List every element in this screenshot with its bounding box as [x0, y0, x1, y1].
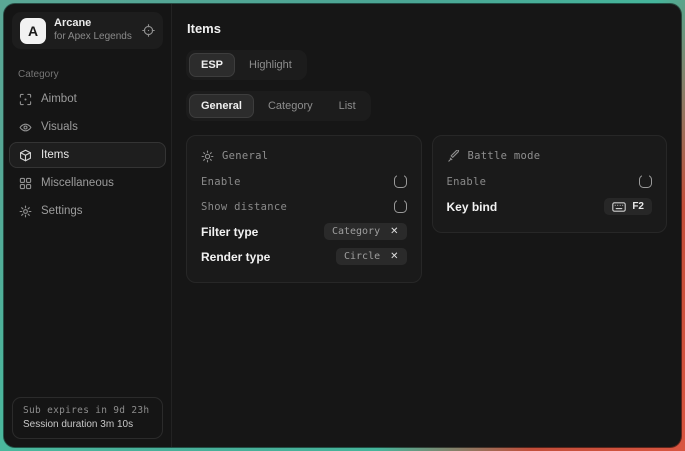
- sidebar-item-settings[interactable]: Settings: [9, 198, 166, 224]
- filter-type-select[interactable]: Category ✕: [324, 223, 407, 240]
- tab-category[interactable]: Category: [256, 94, 325, 118]
- items-box-icon: [18, 149, 32, 162]
- panel-general-title: General: [222, 150, 268, 162]
- subscription-info-box: Sub expires in 9d 23h Session duration 3…: [12, 397, 163, 439]
- setting-label: Render type: [201, 250, 270, 264]
- settings-gear-icon: [18, 205, 32, 218]
- panel-general-header: General: [201, 145, 407, 167]
- filter-type-value: Category: [332, 226, 380, 237]
- main-content: Items ESP Highlight General Category Lis…: [172, 4, 681, 447]
- logo-card: A Arcane for Apex Legends: [12, 12, 163, 49]
- sun-icon: [201, 150, 214, 163]
- sidebar-item-label: Miscellaneous: [41, 177, 114, 189]
- sidebar: A Arcane for Apex Legends Category: [4, 4, 172, 447]
- keybind-value: F2: [632, 201, 644, 212]
- setting-label: Key bind: [447, 200, 498, 214]
- secondary-tabs: General Category List: [186, 91, 371, 121]
- show-distance-checkbox[interactable]: [394, 200, 407, 213]
- app-logo-letter: A: [28, 23, 38, 39]
- setting-label: Show distance: [201, 201, 287, 213]
- remove-filter-icon[interactable]: ✕: [390, 227, 398, 237]
- panel-general: General Enable Show distance Filter type…: [186, 135, 422, 283]
- setting-row-key-bind: Key bind F2: [447, 194, 653, 219]
- setting-row-render-type: Render type Circle ✕: [201, 244, 407, 269]
- page-title: Items: [187, 21, 667, 36]
- remove-render-icon[interactable]: ✕: [390, 252, 398, 262]
- primary-tabs: ESP Highlight: [186, 50, 307, 80]
- battle-enable-checkbox[interactable]: [639, 175, 652, 188]
- app-logo: A: [20, 18, 46, 44]
- sub-expires-text: Sub expires in 9d 23h: [23, 405, 152, 416]
- setting-label: Filter type: [201, 225, 258, 239]
- sidebar-item-items[interactable]: Items: [9, 142, 166, 168]
- tab-general[interactable]: General: [189, 94, 254, 118]
- sidebar-item-miscellaneous[interactable]: Miscellaneous: [9, 170, 166, 196]
- keyboard-icon: [612, 202, 626, 212]
- render-type-select[interactable]: Circle ✕: [336, 248, 407, 265]
- keybind-button[interactable]: F2: [604, 198, 652, 215]
- aimbot-scan-icon: [18, 93, 32, 106]
- sidebar-item-label: Visuals: [41, 121, 78, 133]
- sidebar-item-label: Aimbot: [41, 93, 77, 105]
- panel-battle-mode-header: Battle mode: [447, 145, 653, 167]
- sidebar-item-label: Settings: [41, 205, 83, 217]
- misc-grid-icon: [18, 177, 32, 190]
- sidebar-item-aimbot[interactable]: Aimbot: [9, 86, 166, 112]
- app-title: Arcane: [54, 17, 134, 31]
- visuals-eye-icon: [18, 121, 32, 134]
- enable-checkbox[interactable]: [394, 175, 407, 188]
- setting-row-battle-enable: Enable: [447, 169, 653, 194]
- panel-battle-mode-title: Battle mode: [468, 150, 541, 162]
- sidebar-nav: Aimbot Visuals Items: [4, 86, 171, 224]
- setting-row-show-distance: Show distance: [201, 194, 407, 219]
- render-type-value: Circle: [344, 251, 380, 262]
- sidebar-item-visuals[interactable]: Visuals: [9, 114, 166, 140]
- sidebar-spacer: [4, 224, 171, 389]
- setting-row-enable: Enable: [201, 169, 407, 194]
- app-subtitle: for Apex Legends: [54, 31, 134, 44]
- app-window: A Arcane for Apex Legends Category: [4, 4, 681, 447]
- setting-row-filter-type: Filter type Category ✕: [201, 219, 407, 244]
- panel-battle-mode: Battle mode Enable Key bind: [432, 135, 668, 233]
- sidebar-item-label: Items: [41, 149, 69, 161]
- tab-esp[interactable]: ESP: [189, 53, 235, 77]
- tab-highlight[interactable]: Highlight: [237, 53, 304, 77]
- sword-icon: [447, 150, 460, 163]
- logo-text: Arcane for Apex Legends: [54, 17, 134, 43]
- panels-container: General Enable Show distance Filter type…: [186, 135, 667, 283]
- setting-label: Enable: [201, 176, 241, 188]
- crosshair-target-icon: [142, 24, 155, 37]
- setting-label: Enable: [447, 176, 487, 188]
- session-duration-text: Session duration 3m 10s: [23, 419, 152, 430]
- tab-list[interactable]: List: [327, 94, 368, 118]
- category-label: Category: [18, 69, 157, 80]
